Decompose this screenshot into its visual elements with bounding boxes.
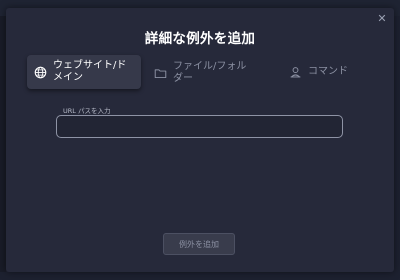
url-field-label: URL パスを入力: [63, 107, 111, 115]
close-icon[interactable]: ✕: [376, 13, 388, 25]
command-icon: [290, 66, 301, 77]
add-exception-dialog: ✕ 詳細な例外を追加 ウェブサイト/ドメイン ファイル/フォルダー コマンド U…: [6, 8, 394, 272]
url-path-input[interactable]: [56, 115, 343, 138]
tab-command[interactable]: コマンド: [289, 65, 348, 79]
dialog-title: 詳細な例外を追加: [144, 31, 256, 47]
tab-website-label: ウェブサイト/ドメイン: [53, 60, 127, 83]
tab-file-folder[interactable]: ファイル/フォルダー: [154, 59, 254, 87]
tab-file-label: ファイル/フォルダー: [173, 61, 247, 84]
folder-icon: [154, 68, 167, 78]
globe-icon: [34, 66, 47, 78]
add-exception-button[interactable]: 例外を追加: [163, 233, 235, 255]
tab-command-label: コマンド: [308, 66, 348, 77]
tab-website-domain[interactable]: ウェブサイト/ドメイン: [27, 55, 141, 89]
